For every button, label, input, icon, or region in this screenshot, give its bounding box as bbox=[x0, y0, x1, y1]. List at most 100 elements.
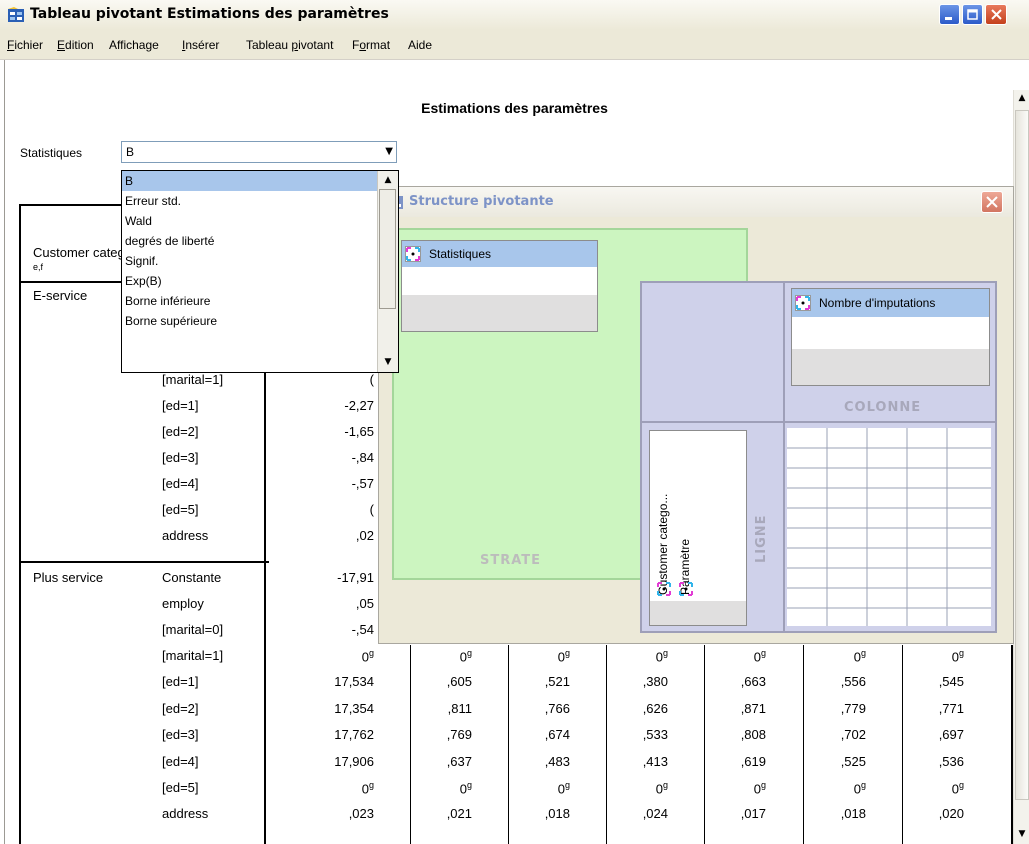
pivot-dialog-title-bar[interactable]: Structure pivotante bbox=[379, 187, 1013, 217]
layer-field-box[interactable]: Statistiques bbox=[401, 240, 598, 332]
pivot-dialog-close-button[interactable] bbox=[981, 191, 1003, 213]
scroll-up-arrow-icon[interactable]: ▲ bbox=[380, 172, 396, 188]
footnote-marker: g bbox=[564, 648, 570, 658]
cell-value: ,871 bbox=[740, 701, 766, 716]
footnote-marker: g bbox=[564, 780, 570, 790]
close-button[interactable] bbox=[985, 4, 1007, 25]
menu-tableau-pivotant[interactable]: Tableau pivotant bbox=[246, 38, 333, 52]
cell-value: ,380 bbox=[642, 674, 668, 689]
dropdown-option[interactable]: degrés de liberté bbox=[122, 231, 378, 251]
cell-value: ,771 bbox=[938, 701, 964, 716]
cell-value: ,483 bbox=[544, 754, 570, 769]
row-field-box[interactable]: Customer catego... Paramètre bbox=[649, 430, 747, 626]
cell-value: 0g bbox=[753, 648, 766, 665]
param-label: [marital=0] bbox=[162, 622, 224, 637]
row-field-item-customer-category[interactable]: Customer catego... bbox=[654, 455, 674, 595]
dropdown-option[interactable]: Borne supérieure bbox=[122, 311, 378, 331]
pivot-dialog-title: Structure pivotante bbox=[409, 194, 554, 209]
window-title: Tableau pivotant Estimations des paramèt… bbox=[30, 6, 389, 22]
layer-field-item[interactable]: Statistiques bbox=[402, 241, 597, 267]
footnote-marker: g bbox=[760, 780, 766, 790]
dropdown-option[interactable]: Exp(B) bbox=[122, 271, 378, 291]
pivot-field-icon bbox=[657, 582, 671, 596]
scroll-down-arrow-icon[interactable]: ▼ bbox=[1014, 826, 1029, 842]
cell-value: ,674 bbox=[544, 727, 570, 742]
cell-value: ,808 bbox=[740, 727, 766, 742]
menu-format[interactable]: Format bbox=[352, 38, 390, 52]
cell-value: ,637 bbox=[446, 754, 472, 769]
param-label: [ed=1] bbox=[162, 398, 199, 413]
dropdown-option[interactable]: Wald bbox=[122, 211, 378, 231]
cell-value: 17,906 bbox=[334, 754, 374, 769]
row-header-footnote: e,f bbox=[33, 262, 44, 272]
scroll-down-arrow-icon[interactable]: ▼ bbox=[380, 354, 396, 370]
footnote-marker: g bbox=[760, 648, 766, 658]
cell-value: ,769 bbox=[446, 727, 472, 742]
cell-value: ,02 bbox=[355, 528, 374, 543]
menu-edition[interactable]: Edition bbox=[57, 38, 94, 52]
vertical-scrollbar[interactable]: ▲ ▼ bbox=[1013, 90, 1029, 844]
chevron-down-icon[interactable]: ▼ bbox=[385, 146, 393, 157]
footnote-marker: g bbox=[368, 780, 374, 790]
param-label: employ bbox=[162, 596, 204, 611]
cell-value: 0g bbox=[459, 648, 472, 665]
footnote-marker: g bbox=[860, 780, 866, 790]
minimize-icon bbox=[945, 17, 952, 20]
minimize-button[interactable] bbox=[939, 4, 960, 25]
group-label-e-service: E-service bbox=[33, 288, 88, 303]
param-label: [ed=2] bbox=[162, 424, 199, 439]
param-label: [ed=4] bbox=[162, 476, 199, 491]
menu-fichier[interactable]: Fichier bbox=[7, 38, 43, 52]
statistics-layer-select[interactable]: B ▼ bbox=[121, 141, 397, 163]
cell-value: ( bbox=[369, 502, 374, 517]
cell-value: ,05 bbox=[355, 596, 374, 611]
param-label: Constante bbox=[162, 570, 222, 585]
column-field-item[interactable]: Nombre d'imputations bbox=[792, 289, 989, 317]
table-left-border bbox=[19, 204, 21, 844]
cell-value: 0g bbox=[853, 648, 866, 665]
dropdown-option[interactable]: Borne inférieure bbox=[122, 291, 378, 311]
maximize-button[interactable] bbox=[962, 4, 983, 25]
cell-value: ,545 bbox=[938, 674, 964, 689]
dropdown-option[interactable]: Signif. bbox=[122, 251, 378, 271]
column-field-box[interactable]: Nombre d'imputations bbox=[791, 288, 990, 386]
close-icon bbox=[990, 9, 1002, 20]
menu-aide[interactable]: Aide bbox=[408, 38, 432, 52]
cell-value: -,54 bbox=[351, 622, 374, 637]
cell-value: 0g bbox=[655, 780, 668, 797]
cell-value: ,766 bbox=[544, 701, 570, 716]
table-preview-grid bbox=[787, 428, 991, 626]
cell-value: ,702 bbox=[840, 727, 866, 742]
dropdown-option[interactable]: B bbox=[122, 171, 378, 191]
cell-value: 17,762 bbox=[334, 727, 374, 742]
dropdown-scrollbar[interactable]: ▲ ▼ bbox=[377, 171, 398, 372]
cell-value: 0g bbox=[557, 648, 570, 665]
param-label: [ed=3] bbox=[162, 727, 199, 742]
cell-value: 0g bbox=[361, 780, 374, 797]
scroll-thumb[interactable] bbox=[1015, 110, 1029, 800]
statistics-dropdown-list[interactable]: B Erreur std. Wald degrés de liberté Sig… bbox=[121, 170, 399, 373]
cell-value: ,779 bbox=[840, 701, 866, 716]
param-label: [marital=1] bbox=[162, 648, 224, 663]
cell-value: ,533 bbox=[642, 727, 668, 742]
param-label: address bbox=[162, 528, 209, 543]
maximize-icon bbox=[967, 9, 978, 20]
table-top-border bbox=[19, 204, 129, 206]
cell-value: 0g bbox=[655, 648, 668, 665]
param-label: address bbox=[162, 806, 209, 821]
footnote-marker: g bbox=[860, 648, 866, 658]
row-zone-label: LIGNE bbox=[754, 514, 769, 563]
window-title-bar[interactable]: Tableau pivotant Estimations des paramèt… bbox=[0, 0, 1029, 31]
dropdown-option[interactable]: Erreur std. bbox=[122, 191, 378, 211]
cell-value: -1,65 bbox=[344, 424, 374, 439]
column-zone-label: COLONNE bbox=[844, 400, 922, 415]
menu-inserer[interactable]: Insérer bbox=[182, 38, 219, 52]
cell-value: 17,354 bbox=[334, 701, 374, 716]
footnote-marker: g bbox=[466, 780, 472, 790]
cell-value: ,018 bbox=[840, 806, 866, 821]
row-field-item-parametre[interactable]: Paramètre bbox=[676, 455, 696, 595]
menu-affichage[interactable]: Affichage bbox=[109, 38, 159, 52]
layer-field-empty-area bbox=[402, 295, 597, 331]
cell-value: -,84 bbox=[351, 450, 374, 465]
dropdown-scroll-thumb[interactable] bbox=[379, 189, 396, 309]
